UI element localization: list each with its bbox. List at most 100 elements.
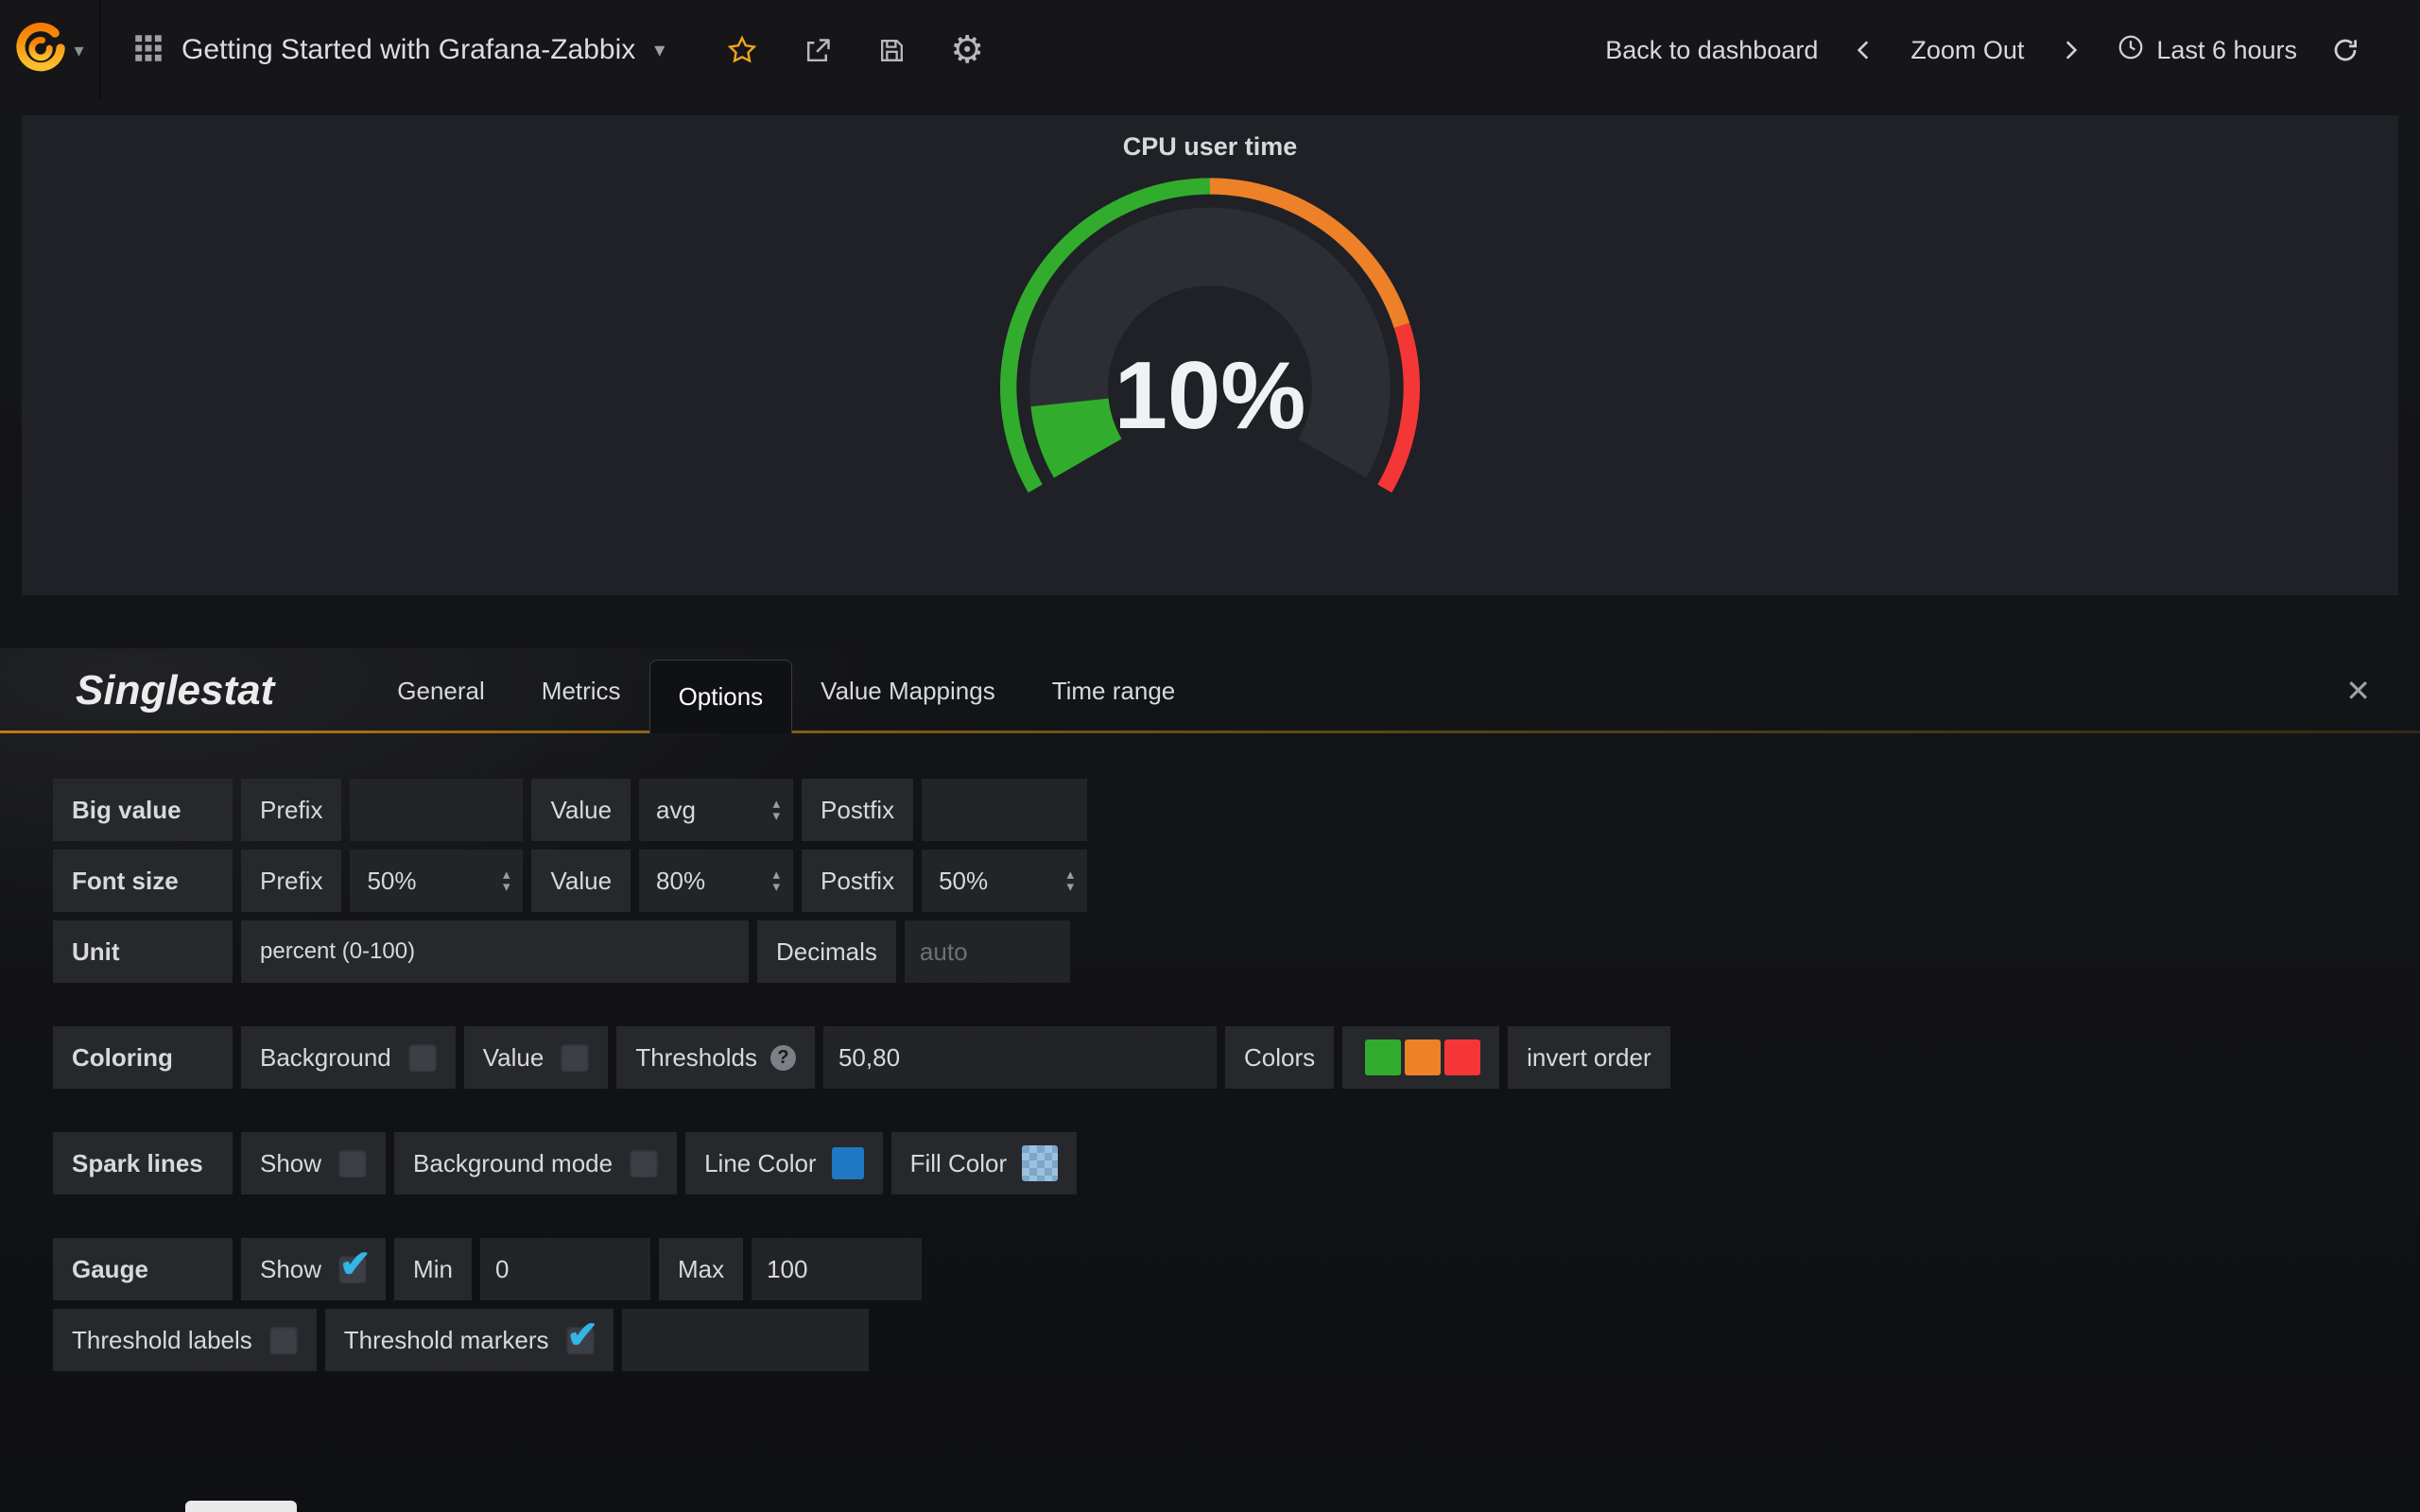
big-value-label: Big value [53,779,233,841]
min-input[interactable] [495,1255,635,1284]
max-label: Max [659,1238,743,1300]
fill-color-label: Fill Color [910,1149,1008,1178]
fill-color-option: Fill Color [891,1132,1078,1194]
gauge-value-arc [1069,403,1087,458]
star-button[interactable] [725,33,759,67]
decimals-input[interactable] [920,937,1055,967]
share-button[interactable] [803,35,834,66]
horizontal-scrollbar-thumb[interactable] [185,1501,297,1512]
gauge-value-text: 10% [1115,342,1306,449]
value-label: Value [483,1043,544,1073]
chevron-down-icon: ▾ [74,39,83,62]
options-form: Big value Prefix Value avg ▴▾ Postfix Fo… [0,733,2420,1471]
coloring-value-option: Value ✔ [464,1026,609,1089]
chevron-left-icon[interactable] [1852,38,1876,62]
value-checkbox[interactable]: ✔ [561,1043,589,1072]
settings-gear-button[interactable]: ⚙ [950,31,984,69]
threshold-labels-checkbox[interactable]: ✔ [269,1326,298,1354]
postfix-label: Postfix [802,850,913,912]
zoom-out-button[interactable]: Zoom Out [1910,36,2024,65]
threshold-markers-option: Threshold markers ✔ [325,1309,614,1371]
font-size-postfix-select[interactable]: 50% ▴▾ [922,850,1087,912]
unit-value: percent (0-100) [260,938,415,965]
thresholds-cell [823,1026,1217,1089]
tab-options[interactable]: Options [649,660,793,733]
gauge-wrap: 10% [22,163,2398,515]
show-label: Show [260,1255,321,1284]
big-value-postfix-input[interactable] [937,796,1072,825]
background-mode-checkbox[interactable]: ✔ [630,1149,658,1177]
big-value-stat-select[interactable]: avg ▴▾ [639,779,793,841]
max-cell [752,1238,922,1300]
colors-swatches-cell [1342,1026,1499,1089]
threshold-color-swatches [1365,1040,1480,1075]
selected-value: 50% [939,867,988,896]
dashboard-title: Getting Started with Grafana-Zabbix [182,34,635,66]
panel-editor: Singlestat General Metrics Options Value… [0,648,2420,1471]
back-to-dashboard-button[interactable]: Back to dashboard [1605,36,1818,65]
prefix-label: Prefix [241,850,341,912]
grafana-logo-button[interactable]: ▾ [0,0,100,100]
thresholds-label: Thresholds [635,1043,757,1073]
tab-general[interactable]: General [369,648,513,733]
selected-value: avg [656,796,696,825]
time-range-label: Last 6 hours [2156,36,2297,65]
refresh-button[interactable] [2331,36,2360,64]
show-label: Show [260,1149,321,1178]
gauge-row: Gauge Show ✔ Min Max [53,1238,2420,1300]
unit-picker[interactable]: percent (0-100) [241,920,749,983]
chevron-right-icon[interactable] [2058,38,2083,62]
check-icon: ✔ [339,1243,372,1286]
threshold-markers-checkbox[interactable]: ✔ [566,1326,595,1354]
time-range-picker[interactable]: Last 6 hours [2117,33,2297,68]
top-navbar: ▾ Getting Started with Grafana-Zabbix ▾ [0,0,2420,100]
save-button[interactable] [877,36,907,65]
selected-value: 50% [367,867,416,896]
orange-color-swatch[interactable] [1405,1040,1441,1075]
red-color-swatch[interactable] [1444,1040,1480,1075]
big-value-prefix-input[interactable] [365,796,508,825]
invert-order-button[interactable]: invert order [1508,1026,1670,1089]
fill-color-swatch[interactable] [1022,1145,1058,1181]
spinner-icon: ▴▾ [773,868,781,893]
threshold-labels-label: Threshold labels [72,1326,252,1355]
prefix-label: Prefix [241,779,341,841]
editor-panel-type-title: Singlestat [76,667,274,714]
singlestat-panel: CPU user time 10% [22,115,2398,595]
sparkline-show-checkbox[interactable]: ✔ [338,1149,367,1177]
font-size-prefix-select[interactable]: 50% ▴▾ [350,850,523,912]
threshold-labels-option: Threshold labels ✔ [53,1309,317,1371]
navbar-right: Back to dashboard Zoom Out Last 6 hours [1605,0,2420,100]
close-icon[interactable]: ✕ [2345,673,2371,709]
editor-header: Singlestat General Metrics Options Value… [0,648,2420,733]
gauge-show-checkbox[interactable]: ✔ [338,1255,367,1283]
line-color-option: Line Color [685,1132,883,1194]
chevron-down-icon: ▾ [654,38,665,62]
value-label: Value [531,850,631,912]
line-color-label: Line Color [704,1149,817,1178]
value-label: Value [531,779,631,841]
panel-title[interactable]: CPU user time [22,115,2398,162]
dashboard-grid-icon [134,34,163,67]
help-icon[interactable]: ? [770,1045,796,1071]
spinner-icon: ▴▾ [1067,868,1075,893]
background-checkbox[interactable]: ✔ [408,1043,437,1072]
tab-time-range[interactable]: Time range [1024,648,1204,733]
font-size-label: Font size [53,850,233,912]
green-color-swatch[interactable] [1365,1040,1401,1075]
max-input[interactable] [767,1255,907,1284]
line-color-swatch[interactable] [832,1147,864,1179]
tab-metrics[interactable]: Metrics [513,648,649,733]
min-label: Min [394,1238,472,1300]
unit-label: Unit [53,920,233,983]
background-label: Background [260,1043,391,1073]
colors-label: Colors [1225,1026,1334,1089]
check-icon: ✔ [567,1314,599,1357]
empty-cell [622,1309,869,1371]
thresholds-input[interactable] [838,1043,1201,1073]
decimals-cell [905,920,1070,983]
font-size-value-select[interactable]: 80% ▴▾ [639,850,793,912]
dashboard-title-button[interactable]: Getting Started with Grafana-Zabbix ▾ [100,0,699,100]
tab-value-mappings[interactable]: Value Mappings [792,648,1024,733]
gauge-label: Gauge [53,1238,233,1300]
